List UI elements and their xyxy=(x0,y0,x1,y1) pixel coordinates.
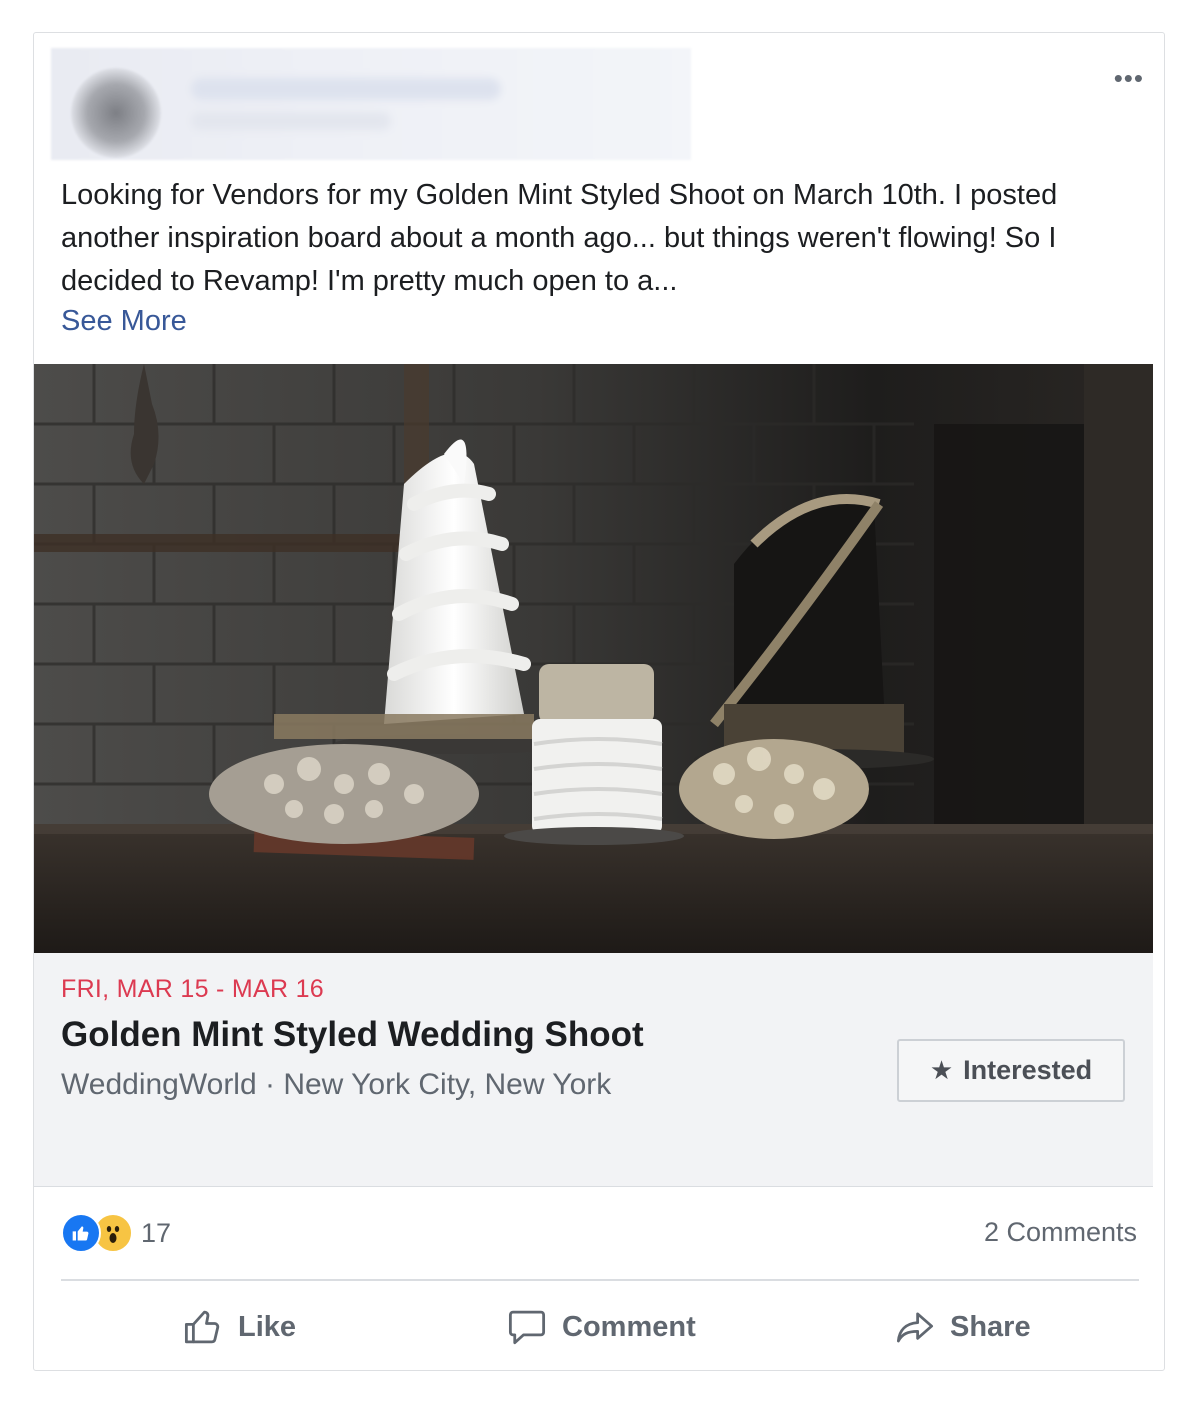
blurred-author-header xyxy=(51,48,691,160)
event-date: FRI, MAR 15 - MAR 16 xyxy=(61,975,324,1003)
see-more-link[interactable]: See More xyxy=(61,303,187,339)
comments-count-link[interactable]: 2 Comments xyxy=(984,1217,1137,1248)
blurred-author-name xyxy=(191,78,501,100)
post-card: ••• Looking for Vendors for my Golden Mi… xyxy=(33,32,1165,1371)
interested-button[interactable]: ★ Interested xyxy=(897,1039,1125,1102)
avatar xyxy=(71,68,161,158)
interested-label: Interested xyxy=(963,1055,1093,1085)
like-reaction-icon xyxy=(61,1213,101,1253)
event-host-location: WeddingWorld · New York City, New York xyxy=(61,1068,612,1101)
blurred-post-meta xyxy=(191,112,391,130)
share-arrow-icon xyxy=(896,1312,934,1343)
comment-button[interactable]: Comment xyxy=(506,1297,696,1357)
star-icon: ★ xyxy=(929,1055,954,1085)
event-title[interactable]: Golden Mint Styled Wedding Shoot xyxy=(61,1015,644,1055)
speech-bubble-icon xyxy=(508,1310,546,1345)
event-info-panel[interactable]: FRI, MAR 15 - MAR 16 Golden Mint Styled … xyxy=(34,953,1153,1187)
share-button[interactable]: Share xyxy=(894,1297,1031,1357)
more-options-icon[interactable]: ••• xyxy=(1114,65,1144,91)
divider xyxy=(61,1279,1139,1281)
like-button[interactable]: Like xyxy=(182,1297,296,1357)
post-text: Looking for Vendors for my Golden Mint S… xyxy=(61,179,1058,297)
reaction-count: 17 xyxy=(141,1217,172,1248)
like-label: Like xyxy=(238,1310,297,1343)
reactions-summary[interactable]: 17 xyxy=(61,1213,171,1253)
thumbs-up-icon xyxy=(184,1310,220,1344)
comment-label: Comment xyxy=(562,1310,696,1343)
share-label: Share xyxy=(950,1310,1031,1343)
event-photo[interactable] xyxy=(34,364,1153,953)
